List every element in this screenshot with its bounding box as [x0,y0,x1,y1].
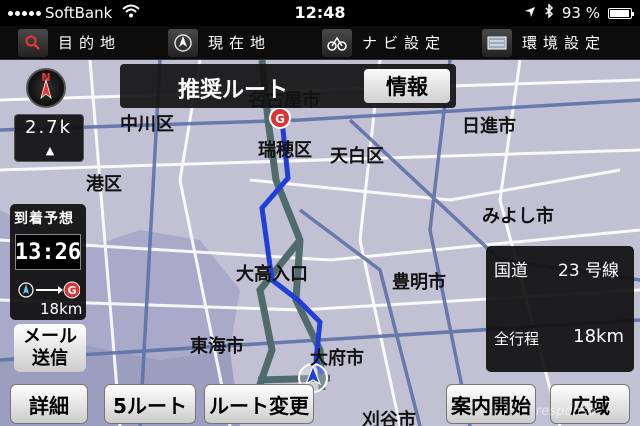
send-mail-button[interactable]: メール 送信 [14,324,86,372]
place-label: 刈谷市 [362,410,416,426]
details-button[interactable]: 詳細 [10,384,88,424]
road-number: 23 号線 [558,261,620,281]
svg-text:G: G [275,112,285,126]
watermark: response [536,404,596,419]
nav-settings-icon [322,28,352,57]
svg-text:G: G [67,284,76,297]
route-title: 推奨ルート [178,78,289,103]
road-info-panel: 国道 23 号線 全行程 18km [486,246,634,372]
place-label: 大府市 [310,348,364,369]
total-distance-label: 全行程 [494,330,540,348]
menu-destination-label: 目的地 [58,34,122,52]
info-button[interactable]: 情報 [364,69,450,103]
place-label: 瑞穂区 [258,140,312,161]
compass-needle-icon [40,78,52,100]
menu-nav-settings[interactable]: ナビ設定 [318,26,476,60]
battery-percent: 93 % [561,4,600,22]
eta-label: 到着予想 [14,211,74,227]
eta-distance: 18km [40,300,83,318]
place-label: 豊明市 [392,272,446,293]
environment-settings-icon [482,28,512,57]
five-routes-button[interactable]: 5ルート [104,384,196,424]
menu-current-location[interactable]: 現在地 [160,26,318,60]
battery-icon [608,7,634,19]
menu-destination[interactable]: 目的地 [0,26,160,60]
eta-time: 13:26 [15,234,81,270]
change-route-button[interactable]: ルート変更 [204,384,314,424]
bluetooth-icon [544,3,554,22]
zoom-in-button[interactable]: ▲ [37,144,63,158]
place-label: みよし市 [482,206,554,227]
send-mail-label-line1: メール [23,326,77,347]
menu-nav-settings-label: ナビ設定 [362,34,447,52]
start-guidance-button[interactable]: 案内開始 [446,384,536,424]
location-arrow-icon [524,4,536,22]
place-label: 天白区 [330,146,384,167]
place-label: 大高入口 [236,264,308,285]
search-icon [18,28,48,57]
total-distance-value: 18km [573,326,624,347]
scale-value: 2.7k [25,117,73,138]
origin-to-goal-icon: G [18,281,80,299]
send-mail-label-line2: 送信 [32,348,68,369]
menu-environment-settings-label: 環境設定 [522,34,607,52]
place-label: 中川区 [120,114,174,135]
road-type: 国道 [494,261,528,281]
menu-environment-settings[interactable]: 環境設定 [476,26,640,60]
place-label: 東海市 [190,336,244,357]
status-bar: SoftBank 12:48 93 % [0,0,640,26]
compass-button[interactable]: N [26,68,66,108]
scale-control[interactable]: 2.7k ▲ [14,114,84,162]
eta-panel: 到着予想 13:26 G 18km [10,204,86,320]
place-label: 日進市 [462,116,516,137]
route-banner: 推奨ルート 情報 [120,64,456,108]
menu-current-location-label: 現在地 [208,34,272,52]
nav-menu-bar: 目的地 現在地 ナビ設定 環境設定 [0,26,640,60]
current-location-icon [168,28,198,57]
place-label: 港区 [86,174,122,195]
